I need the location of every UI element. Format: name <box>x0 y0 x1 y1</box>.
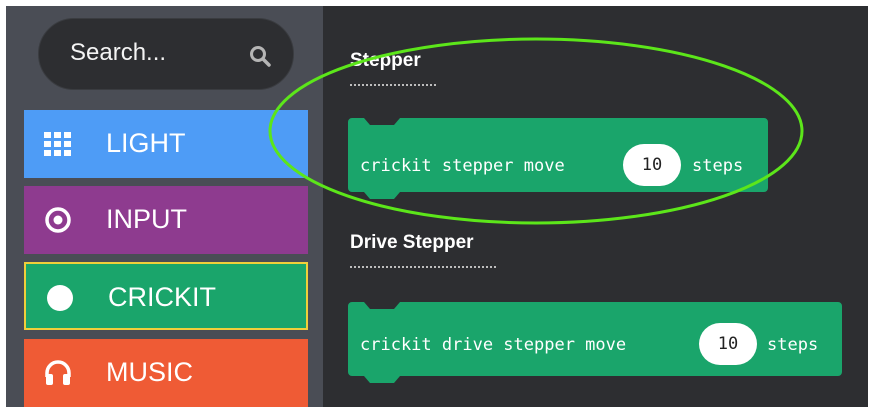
toolbox-sidebar: Search... LIGHT INPUT CRICKIT MUSIC <box>6 6 323 407</box>
search-box[interactable]: Search... <box>38 18 294 90</box>
category-label-input: INPUT <box>106 204 187 234</box>
category-label-light: LIGHT <box>106 128 186 158</box>
category-light[interactable]: LIGHT <box>24 110 308 178</box>
category-music[interactable]: MUSIC <box>24 339 308 407</box>
grid-icon <box>44 132 71 156</box>
category-input[interactable]: INPUT <box>24 186 308 254</box>
search-icon[interactable] <box>249 45 271 67</box>
category-label-music: MUSIC <box>106 357 193 387</box>
drive-stepper-steps-input[interactable]: 10 <box>699 323 757 365</box>
makecode-toolbox-panel: Search... LIGHT INPUT CRICKIT MUSIC Step… <box>6 6 868 407</box>
circle-target-icon <box>45 207 71 233</box>
category-crickit[interactable]: CRICKIT <box>24 262 308 330</box>
stepper-steps-input[interactable]: 10 <box>623 144 681 186</box>
drive-stepper-block-label: crickit drive stepper move <box>360 335 627 355</box>
heading-underline <box>350 266 496 268</box>
search-placeholder: Search... <box>70 39 167 66</box>
section-heading-stepper: Stepper <box>350 50 421 71</box>
stepper-block-label: crickit stepper move <box>360 156 565 176</box>
stepper-block-suffix: steps <box>692 156 744 176</box>
drive-stepper-block-suffix: steps <box>767 335 819 355</box>
block-flyout: Stepper crickit stepper move 10 steps Dr… <box>323 6 868 407</box>
filled-circle-icon <box>47 285 73 311</box>
section-heading-drive-stepper: Drive Stepper <box>350 232 474 253</box>
category-label-crickit: CRICKIT <box>108 282 216 312</box>
heading-underline <box>350 84 436 86</box>
headphones-icon <box>45 360 71 385</box>
